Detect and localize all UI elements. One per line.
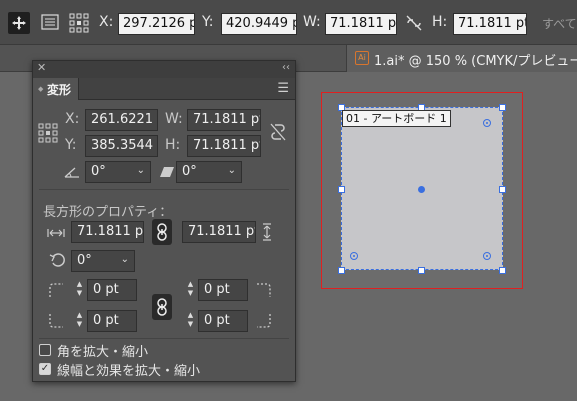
divider [39,338,289,339]
selection-handle[interactable] [418,267,425,274]
panel-y-label: Y: [65,137,77,153]
corner-widget[interactable] [483,119,491,127]
reference-point-icon[interactable] [68,12,90,34]
selection-handle[interactable] [499,104,506,111]
control-bar: X: 297.2126 p Y: 420.9449 p W: 71.1811 p… [0,0,577,45]
scale-corners-checkbox[interactable] [39,344,51,356]
artboard-label[interactable]: 01 - アートボード 1 [342,110,451,127]
corner-br-stepper[interactable]: ▲ ▼ [185,311,196,331]
panel-menu-icon[interactable]: ☰ [277,81,289,96]
corner-top-left-icon [47,281,65,299]
center-point [418,186,425,193]
shear-value: 0° [182,164,197,179]
w-label: W: [303,14,321,30]
document-title: 1.ai* @ 150 % (CMYK/プレビュー) [374,54,577,69]
document-tab[interactable]: Ai 1.ai* @ 150 % (CMYK/プレビュー) [346,45,577,72]
tab-grip-icon: ◆ [38,85,44,93]
panel-y-input[interactable]: 385.3544 p [85,135,158,157]
rotate-ccw-icon [49,251,67,269]
corner-tl-stepper[interactable]: ▲ ▼ [74,280,85,300]
chevron-down-icon: ⌄ [136,165,145,176]
all-label[interactable]: すべて [542,15,577,32]
panel-h-input[interactable]: 71.1811 pt [187,135,261,157]
reference-point-icon[interactable] [38,123,58,143]
corner-bottom-right-icon [255,312,273,330]
scale-corners-label: 角を拡大・縮小 [57,345,149,360]
y-label: Y: [202,14,214,30]
panel-h-label: H: [165,137,181,153]
width-arrows-icon [47,227,65,239]
shear-select[interactable]: 0° ⌄ [176,161,242,183]
height-arrows-icon [261,223,273,241]
rect-rotate-select[interactable]: 0° ⌄ [71,250,135,272]
w-input[interactable]: 71.1811 pt [325,13,397,35]
panel-header[interactable]: ✕ ‹‹ [33,61,295,78]
link-broken-icon[interactable] [404,13,426,35]
move-tool-icon[interactable] [8,12,30,34]
rect-rotate-value: 0° [77,253,92,268]
transform-panel: ✕ ‹‹ ◆ 変形 ☰ X: 261.6221 p W: 71.1811 pt … [32,60,296,382]
close-icon[interactable]: ✕ [37,61,46,74]
illustrator-file-icon: Ai [355,51,369,65]
scale-strokes-checkbox[interactable]: ✓ [39,363,51,375]
corner-bottom-left-icon [47,312,65,330]
x-label: X: [99,14,114,30]
selection-handle[interactable] [499,267,506,274]
rect-height-input[interactable]: 71.1811 pt [182,221,256,243]
tab-transform[interactable]: ◆ 変形 [33,78,79,100]
corner-widget[interactable] [483,252,491,260]
panel-x-input[interactable]: 261.6221 p [85,109,158,131]
link-broken-icon[interactable] [269,121,287,143]
corner-tr-input[interactable]: 0 pt [198,279,248,301]
shear-icon [159,165,175,179]
collapse-icon[interactable]: ‹‹ [282,62,290,73]
corner-bl-input[interactable]: 0 pt [87,310,137,332]
tab-transform-label: 変形 [47,83,72,97]
selection-handle[interactable] [499,186,506,193]
corner-tr-stepper[interactable]: ▲ ▼ [185,280,196,300]
panel-w-label: W: [165,111,183,127]
scale-strokes-label: 線幅と効果を拡大・縮小 [57,364,201,379]
chevron-down-icon: ⌄ [227,165,236,176]
corner-top-right-icon [255,281,273,299]
rotate-icon [63,165,81,179]
corner-widget[interactable] [350,252,358,260]
divider [39,189,289,190]
h-input[interactable]: 71.1811 pt [453,13,527,35]
y-input[interactable]: 420.9449 p [221,13,297,35]
corner-br-input[interactable]: 0 pt [198,310,248,332]
rect-width-input[interactable]: 71.1811 pt [71,221,144,243]
corner-bl-stepper[interactable]: ▲ ▼ [74,311,85,331]
section-title: 長方形のプロパティ： [43,205,173,220]
panel-tab-row: ◆ 変形 ☰ [33,78,295,100]
panel-w-input[interactable]: 71.1811 pt [187,109,261,131]
rotate-select[interactable]: 0° ⌄ [85,161,151,183]
h-label: H: [432,14,448,30]
corner-tl-input[interactable]: 0 pt [87,279,137,301]
corner-link-icon[interactable] [152,294,172,320]
x-input[interactable]: 297.2126 p [118,13,195,35]
link-icon[interactable] [152,219,172,245]
rotate-value: 0° [91,164,106,179]
selection-handle[interactable] [338,267,345,274]
chevron-down-icon: ⌄ [120,254,129,265]
panel-x-label: X: [65,111,80,127]
selection-handle[interactable] [338,186,345,193]
list-icon[interactable] [40,12,62,34]
